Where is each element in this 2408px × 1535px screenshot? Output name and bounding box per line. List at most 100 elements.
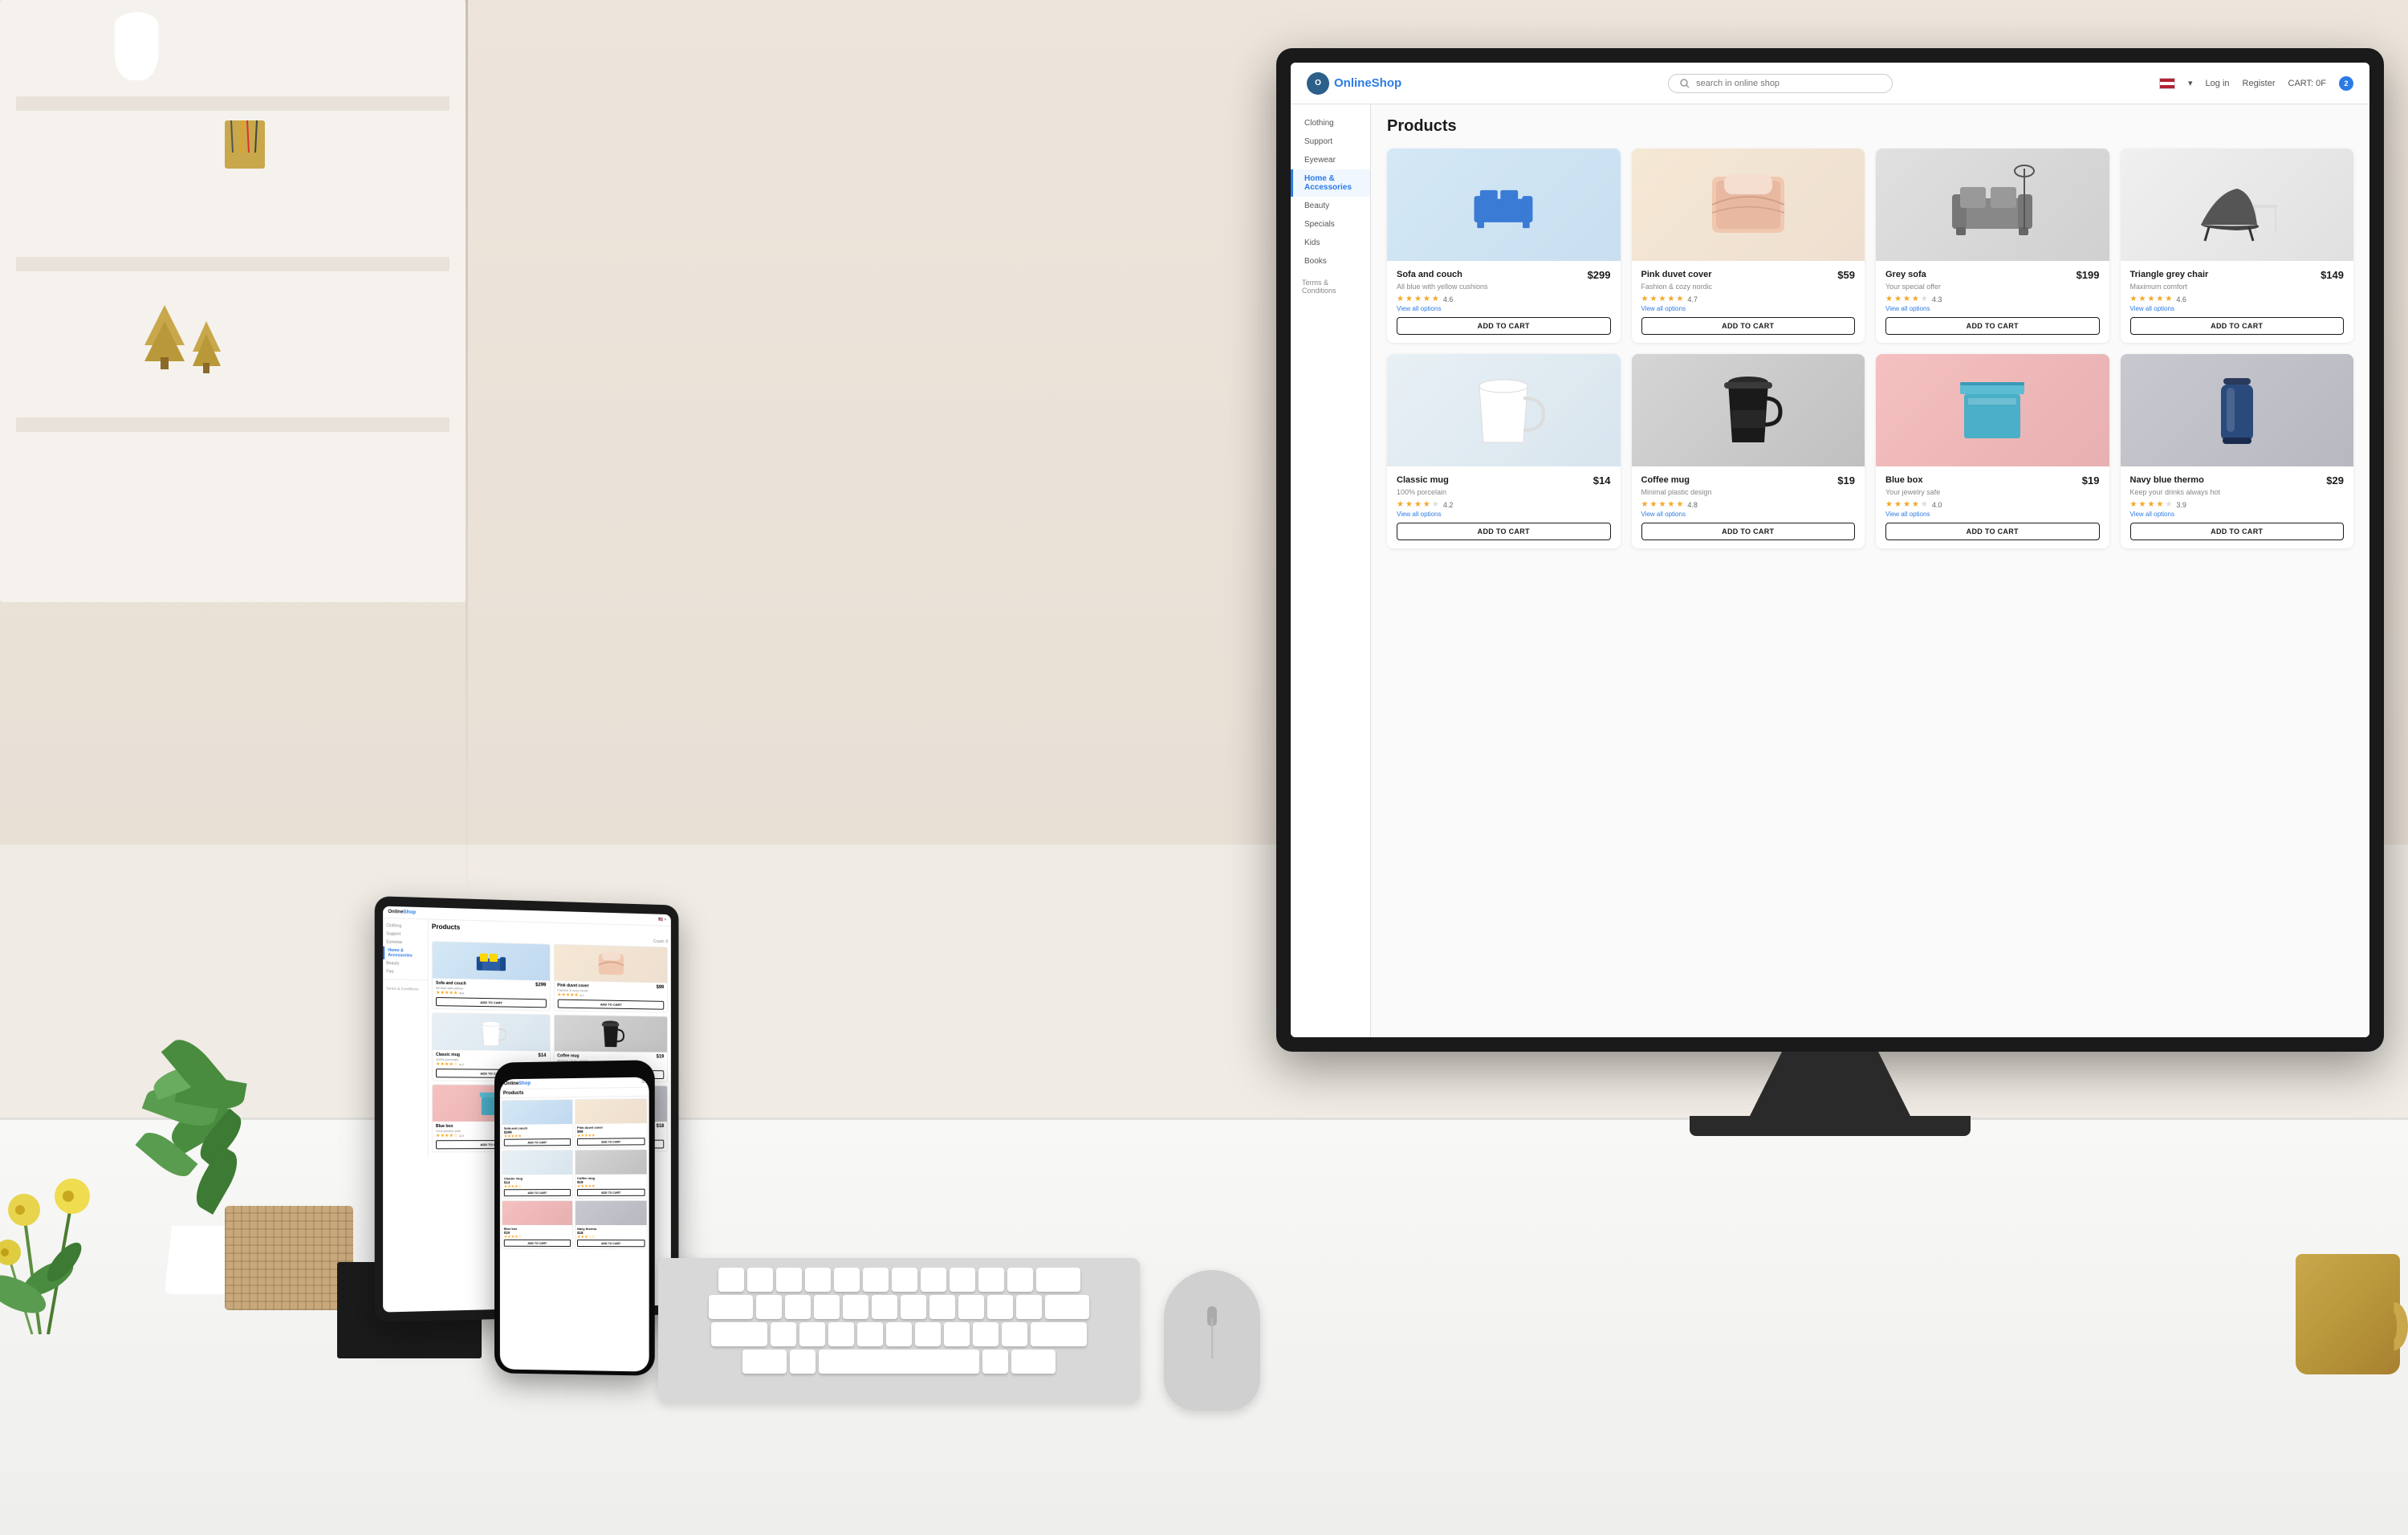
key-alt-l[interactable] [790, 1350, 816, 1374]
key-backspace[interactable] [1036, 1268, 1080, 1292]
phone-add-cart-blue-box[interactable]: ADD TO CART [504, 1240, 571, 1247]
tablet-terms[interactable]: Terms & Conditions [383, 979, 428, 992]
keyboard-row-3 [668, 1322, 1130, 1346]
phone-add-cart-duvet[interactable]: ADD TO CART [577, 1138, 645, 1146]
key-shift[interactable] [711, 1322, 767, 1346]
key-period[interactable] [1002, 1322, 1027, 1346]
key-r[interactable] [805, 1268, 831, 1292]
phone-card-blue-box: Blue box $19 ★★★★☆ ADD TO CART [502, 1200, 573, 1249]
product-desc-duvet: Fashion & cozy nordic [1641, 283, 1856, 291]
add-to-cart-triangle-chair[interactable]: ADD TO CART [2130, 317, 2345, 335]
triangle-chair-svg [2193, 165, 2281, 245]
key-m[interactable] [944, 1322, 970, 1346]
key-l[interactable] [987, 1295, 1013, 1319]
key-comma[interactable] [973, 1322, 999, 1346]
terms-link[interactable]: Terms & Conditions [1302, 279, 1359, 295]
view-all-coffee-mug[interactable]: View all options [1641, 511, 1856, 518]
view-all-classic-mug[interactable]: View all options [1397, 511, 1611, 518]
view-all-triangle-chair[interactable]: View all options [2130, 305, 2345, 312]
tablet-add-cart-duvet[interactable]: ADD TO CART [557, 1000, 664, 1010]
key-d[interactable] [814, 1295, 840, 1319]
blue-box-svg [1948, 370, 2036, 450]
sidebar-item-specials[interactable]: Specials [1291, 215, 1370, 234]
key-u[interactable] [892, 1268, 917, 1292]
key-q[interactable] [718, 1268, 744, 1292]
product-price-duvet: $59 [1837, 269, 1855, 281]
phone-add-cart-coffee[interactable]: ADD TO CART [577, 1189, 645, 1196]
add-to-cart-sofa[interactable]: ADD TO CART [1397, 317, 1611, 335]
key-n[interactable] [915, 1322, 941, 1346]
stars-duvet: ★ ★ ★ ★ ★ 4.7 [1641, 295, 1856, 303]
gold-tree-2 [193, 321, 221, 377]
login-link[interactable]: Log in [2206, 79, 2230, 88]
star5: ★ [1432, 295, 1439, 303]
key-w[interactable] [747, 1268, 773, 1292]
register-link[interactable]: Register [2243, 79, 2276, 88]
mouse[interactable] [1164, 1270, 1260, 1411]
view-all-blue-box[interactable]: View all options [1885, 511, 2100, 518]
phone-add-cart-mug[interactable]: ADD TO CART [504, 1189, 571, 1196]
shop-header: O OnlineShop ▾ Log in [1291, 63, 2369, 104]
keyboard[interactable] [658, 1258, 1140, 1403]
phone-duvet-info: Pink duvet cover $59 ★★★★★ ADD TO CART [576, 1123, 647, 1147]
key-h[interactable] [901, 1295, 926, 1319]
sidebar-item-clothing[interactable]: Clothing [1291, 114, 1370, 132]
add-to-cart-navy-thermo[interactable]: ADD TO CART [2130, 523, 2345, 540]
phone-add-cart-sofa[interactable]: ADD TO CART [504, 1138, 571, 1146]
tablet-nav-home[interactable]: Home & Accessories [383, 947, 428, 961]
key-a[interactable] [756, 1295, 782, 1319]
key-v[interactable] [857, 1322, 883, 1346]
cart-badge[interactable]: 2 [2339, 76, 2353, 91]
key-k[interactable] [958, 1295, 984, 1319]
header-right: ▾ Log in Register CART: 0F 2 [2159, 76, 2353, 91]
sidebar-item-support[interactable]: Support [1291, 132, 1370, 151]
key-bracket[interactable] [1007, 1268, 1033, 1292]
sidebar-item-beauty[interactable]: Beauty [1291, 197, 1370, 215]
key-t[interactable] [834, 1268, 860, 1292]
product-card-grey-sofa: Grey sofa $199 Your special offer ★ ★ ★ … [1876, 149, 2109, 343]
tablet-nav-faq[interactable]: Faq [383, 967, 428, 976]
key-space[interactable] [819, 1350, 979, 1374]
key-f[interactable] [843, 1295, 868, 1319]
shelf-unit [0, 0, 466, 602]
key-semi[interactable] [1016, 1295, 1042, 1319]
key-tab[interactable] [709, 1295, 753, 1319]
phone-logo: OnlineShop [504, 1081, 531, 1086]
key-i[interactable] [921, 1268, 946, 1292]
add-to-cart-classic-mug[interactable]: ADD TO CART [1397, 523, 1611, 540]
add-to-cart-blue-box[interactable]: ADD TO CART [1885, 523, 2100, 540]
key-b[interactable] [886, 1322, 912, 1346]
key-cmd-r[interactable] [1011, 1350, 1056, 1374]
key-e[interactable] [776, 1268, 802, 1292]
phone-add-cart-thermo[interactable]: ADD TO CART [577, 1240, 645, 1247]
view-all-grey-sofa[interactable]: View all options [1885, 305, 2100, 312]
key-g[interactable] [872, 1295, 897, 1319]
view-all-duvet[interactable]: View all options [1641, 305, 1856, 312]
sidebar-item-home[interactable]: Home & Accessories [1291, 169, 1370, 197]
key-c[interactable] [828, 1322, 854, 1346]
sidebar-item-eyewear[interactable]: Eyewear [1291, 151, 1370, 169]
key-j[interactable] [929, 1295, 955, 1319]
key-enter[interactable] [1045, 1295, 1089, 1319]
sidebar-item-books[interactable]: Books [1291, 252, 1370, 271]
key-o[interactable] [950, 1268, 975, 1292]
key-cmd-l[interactable] [742, 1350, 787, 1374]
add-to-cart-duvet[interactable]: ADD TO CART [1641, 317, 1856, 335]
search-bar[interactable] [1668, 74, 1893, 93]
key-z[interactable] [771, 1322, 796, 1346]
add-to-cart-grey-sofa[interactable]: ADD TO CART [1885, 317, 2100, 335]
add-to-cart-coffee-mug[interactable]: ADD TO CART [1641, 523, 1856, 540]
key-s[interactable] [785, 1295, 811, 1319]
key-alt-r[interactable] [982, 1350, 1008, 1374]
view-all-sofa[interactable]: View all options [1397, 305, 1611, 312]
key-shift-r[interactable] [1031, 1322, 1087, 1346]
key-y[interactable] [863, 1268, 889, 1292]
search-input[interactable] [1696, 79, 1873, 88]
key-x[interactable] [799, 1322, 825, 1346]
tablet-add-cart-sofa[interactable]: ADD TO CART [436, 997, 546, 1008]
view-all-navy-thermo[interactable]: View all options [2130, 511, 2345, 518]
key-p[interactable] [978, 1268, 1004, 1292]
phone-img-mug [502, 1150, 572, 1175]
rating-duvet: 4.7 [1687, 295, 1698, 303]
sidebar-item-kids[interactable]: Kids [1291, 234, 1370, 252]
